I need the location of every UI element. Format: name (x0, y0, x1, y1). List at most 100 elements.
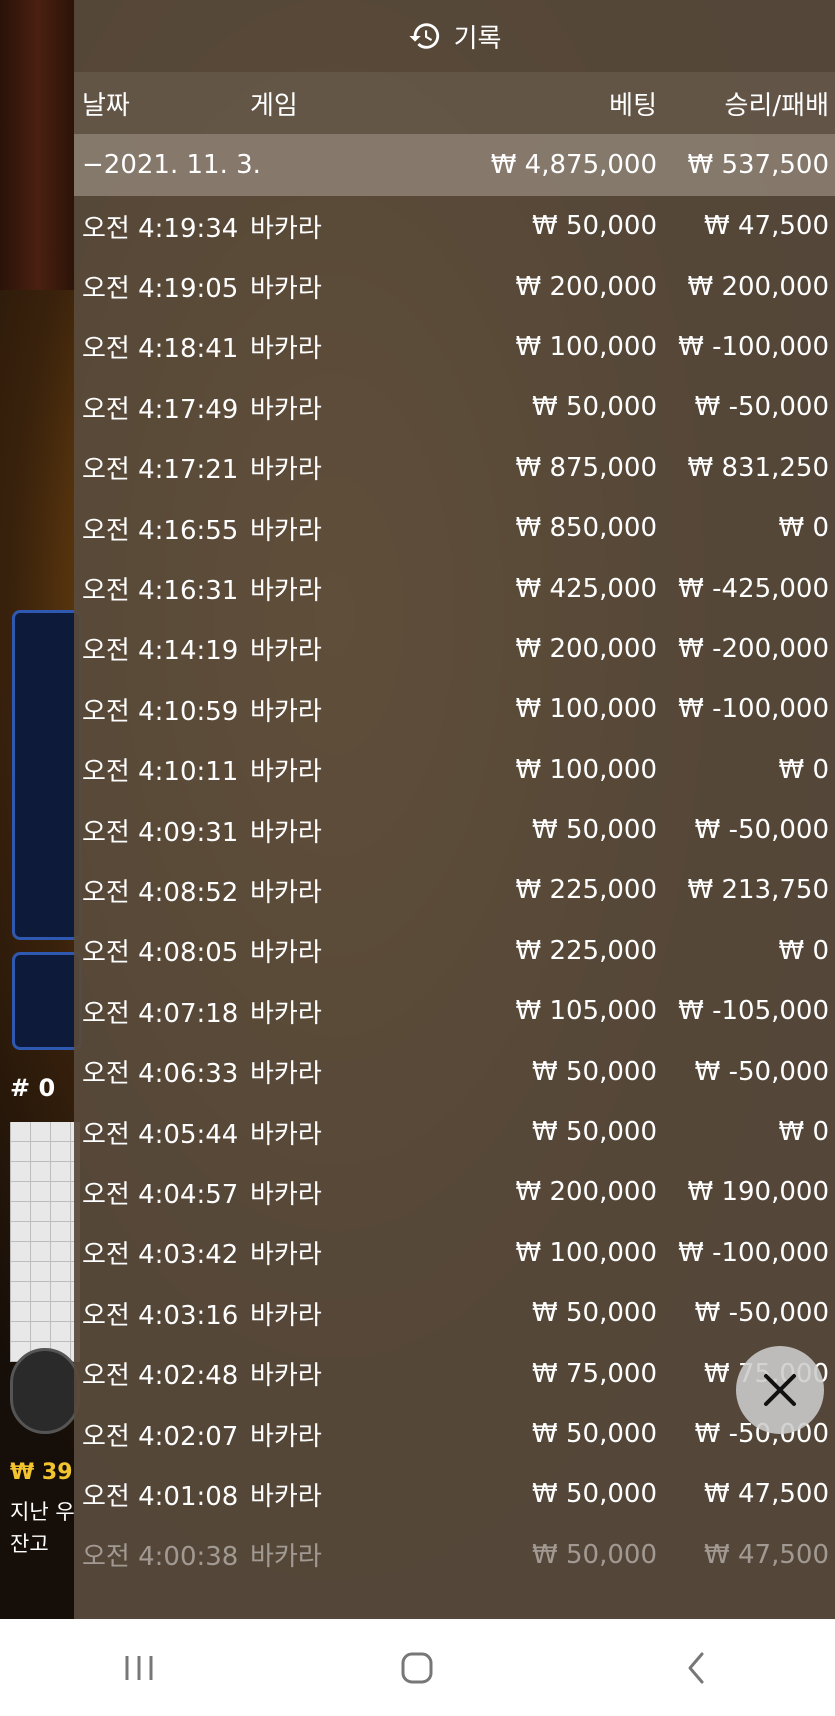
row-bet: ₩ 50,000 (532, 1479, 657, 1510)
row-time: 오전 4:02:48 (82, 1361, 239, 1392)
table-row[interactable]: 오전 4:14:19 바카라 ₩ 200,000 ₩ -200,000 (74, 619, 835, 679)
row-time: 오전 4:01:08 (82, 1481, 239, 1512)
close-icon (764, 1374, 796, 1406)
row-game: 바카라 (250, 213, 322, 244)
row-bet: ₩ 50,000 (532, 1298, 657, 1329)
row-time: 오전 4:17:21 (82, 455, 239, 486)
row-bet: ₩ 100,000 (515, 331, 658, 362)
row-winloss: ₩ -50,000 (694, 392, 829, 423)
close-button[interactable] (736, 1346, 824, 1434)
recent-apps-button[interactable] (109, 1638, 169, 1698)
row-game: 바카라 (250, 877, 322, 908)
row-winloss: ₩ -200,000 (678, 633, 829, 664)
column-date: 날짜 (82, 90, 130, 121)
row-game: 바카라 (250, 1421, 322, 1452)
recent-apps-icon (125, 1655, 153, 1680)
balance-label: 잔고 (10, 1532, 49, 1556)
bet-area-panel[interactable] (12, 610, 82, 940)
row-game: 바카라 (250, 455, 322, 486)
summary-winloss: ₩ 537,500 (687, 150, 830, 180)
row-bet: ₩ 225,000 (515, 875, 658, 906)
row-time: 오전 4:14:19 (82, 636, 239, 667)
row-bet: ₩ 50,000 (532, 815, 657, 846)
row-winloss: ₩ -50,000 (694, 1298, 829, 1329)
table-row[interactable]: 오전 4:18:41 바카라 ₩ 100,000 ₩ -100,000 (74, 317, 835, 377)
table-row[interactable]: 오전 4:04:57 바카라 ₩ 200,000 ₩ 190,000 (74, 1162, 835, 1222)
row-game: 바카라 (250, 696, 322, 727)
table-row[interactable]: 오전 4:03:42 바카라 ₩ 100,000 ₩ -100,000 (74, 1223, 835, 1283)
row-time: 오전 4:10:59 (82, 696, 239, 727)
table-row[interactable]: 오전 4:03:16 바카라 ₩ 50,000 ₩ -50,000 (74, 1283, 835, 1343)
back-button[interactable] (666, 1638, 726, 1698)
back-icon (688, 1652, 704, 1683)
row-bet: ₩ 875,000 (515, 452, 658, 483)
row-bet: ₩ 50,000 (532, 1539, 657, 1570)
row-game: 바카라 (250, 334, 322, 365)
panel-title: 기록 (453, 23, 502, 54)
row-game: 바카라 (250, 1300, 322, 1331)
row-time: 오전 4:08:05 (82, 938, 239, 969)
row-game: 바카라 (250, 394, 322, 425)
table-row[interactable]: 오전 4:09:31 바카라 ₩ 50,000 ₩ -50,000 (74, 800, 835, 860)
table-row[interactable]: 오전 4:07:18 바카라 ₩ 105,000 ₩ -105,000 (74, 981, 835, 1041)
row-bet: ₩ 200,000 (515, 271, 658, 302)
row-winloss: ₩ -50,000 (694, 1056, 829, 1087)
row-game: 바카라 (250, 1542, 322, 1573)
table-row[interactable]: 오전 4:06:33 바카라 ₩ 50,000 ₩ -50,000 (74, 1041, 835, 1101)
history-icon (408, 23, 439, 49)
table-row[interactable]: 오전 4:02:48바카라₩ 75,000₩ 75,000 (74, 1343, 835, 1403)
column-game: 게임 (250, 90, 298, 121)
row-winloss: ₩ 831,250 (687, 452, 830, 483)
row-game: 바카라 (250, 1361, 322, 1392)
row-winloss: ₩ 0 (778, 935, 829, 966)
row-game: 바카라 (250, 938, 322, 969)
row-time: 오전 4:07:18 (82, 998, 239, 1029)
table-row[interactable]: 오전 4:19:34 바카라 ₩ 50,000 ₩ 47,500 (74, 196, 835, 256)
row-bet: ₩ 50,000 (532, 211, 657, 242)
table-row[interactable]: 오전 4:17:49 바카라 ₩ 50,000 ₩ -50,000 (74, 377, 835, 437)
row-game: 바카라 (250, 515, 322, 546)
column-winloss: 승리/패배 (724, 90, 829, 121)
row-winloss: ₩ -100,000 (678, 694, 829, 725)
row-time: 오전 4:03:16 (82, 1300, 239, 1331)
chip-selector[interactable] (10, 1348, 80, 1434)
table-row[interactable]: 오전 4:05:44 바카라 ₩ 50,000 ₩ 0 (74, 1102, 835, 1162)
row-bet: ₩ 75,000 (532, 1358, 657, 1389)
table-row[interactable]: 오전 4:16:55 바카라 ₩ 850,000 ₩ 0 (74, 498, 835, 558)
summary-date: −2021. 11. 3. (82, 150, 261, 180)
row-time: 오전 4:08:52 (82, 877, 239, 908)
table-header: 날짜 게임 베팅 승리/패배 (74, 72, 835, 134)
row-time: 오전 4:06:33 (82, 1059, 239, 1090)
row-game: 바카라 (250, 274, 322, 305)
system-nav-bar (0, 1619, 835, 1716)
history-panel: 기록 날짜 게임 베팅 승리/패배 −2021. 11. 3. ₩ 4,875,… (74, 0, 835, 1619)
row-bet: ₩ 50,000 (532, 1056, 657, 1087)
row-bet: ₩ 50,000 (532, 392, 657, 423)
row-bet: ₩ 50,000 (532, 1117, 657, 1148)
panel-header: 기록 (74, 0, 835, 72)
row-time: 오전 4:02:07 (82, 1421, 239, 1452)
curtain-decoration (0, 0, 76, 290)
table-row[interactable]: 오전 4:02:07 바카라 ₩ 50,000 ₩ -50,000 (74, 1404, 835, 1464)
row-time: 오전 4:05:44 (82, 1119, 239, 1150)
table-row[interactable]: 오전 4:16:31 바카라 ₩ 425,000 ₩ -425,000 (74, 558, 835, 618)
home-button[interactable] (387, 1638, 447, 1698)
row-bet: ₩ 100,000 (515, 754, 658, 785)
row-time: 오전 4:04:57 (82, 1179, 239, 1210)
table-row[interactable]: 오전 4:10:11 바카라 ₩ 100,000 ₩ 0 (74, 740, 835, 800)
row-bet: ₩ 850,000 (515, 513, 658, 544)
table-row[interactable]: 오전 4:10:59 바카라 ₩ 100,000 ₩ -100,000 (74, 679, 835, 739)
table-row[interactable]: 오전 4:08:05 바카라 ₩ 225,000 ₩ 0 (74, 921, 835, 981)
table-row[interactable]: 오전 4:19:05 바카라 ₩ 200,000 ₩ 200,000 (74, 256, 835, 316)
history-list[interactable]: 오전 4:19:34 바카라 ₩ 50,000 ₩ 47,500 오전 4:19:05 바… (74, 196, 835, 1585)
table-row[interactable]: 오전 4:08:52 바카라 ₩ 225,000 ₩ 213,750 (74, 860, 835, 920)
row-winloss: ₩ 0 (778, 1117, 829, 1148)
table-row[interactable]: 오전 4:17:21 바카라 ₩ 875,000 ₩ 831,250 (74, 438, 835, 498)
row-time: 오전 4:09:31 (82, 817, 239, 848)
row-time: 오전 4:16:55 (82, 515, 239, 546)
date-summary-row[interactable]: −2021. 11. 3. ₩ 4,875,000 ₩ 537,500 (74, 134, 835, 196)
table-row[interactable]: 오전 4:00:38 바카라 ₩ 50,000 ₩ 47,500 (74, 1525, 835, 1585)
table-row[interactable]: 오전 4:01:08 바카라 ₩ 50,000 ₩ 47,500 (74, 1464, 835, 1524)
balance-amount: ₩ 39 (10, 1460, 73, 1485)
bet-area-panel-small[interactable] (12, 952, 82, 1050)
